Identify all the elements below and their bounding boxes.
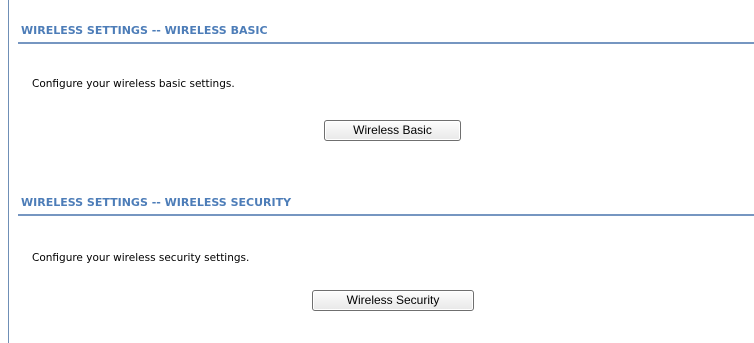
section-divider bbox=[18, 42, 754, 44]
section-divider bbox=[18, 214, 754, 216]
wireless-basic-description: Configure your wireless basic settings. bbox=[32, 78, 235, 90]
wireless-security-heading: WIRELESS SETTINGS -- WIRELESS SECURITY bbox=[21, 196, 292, 209]
wireless-basic-heading: WIRELESS SETTINGS -- WIRELESS BASIC bbox=[21, 24, 268, 37]
wireless-basic-button[interactable]: Wireless Basic bbox=[324, 120, 461, 141]
wireless-security-description: Configure your wireless security setting… bbox=[32, 252, 250, 264]
settings-panel: WIRELESS SETTINGS -- WIRELESS BASIC Conf… bbox=[8, 0, 754, 343]
wireless-security-button[interactable]: Wireless Security bbox=[312, 290, 474, 311]
